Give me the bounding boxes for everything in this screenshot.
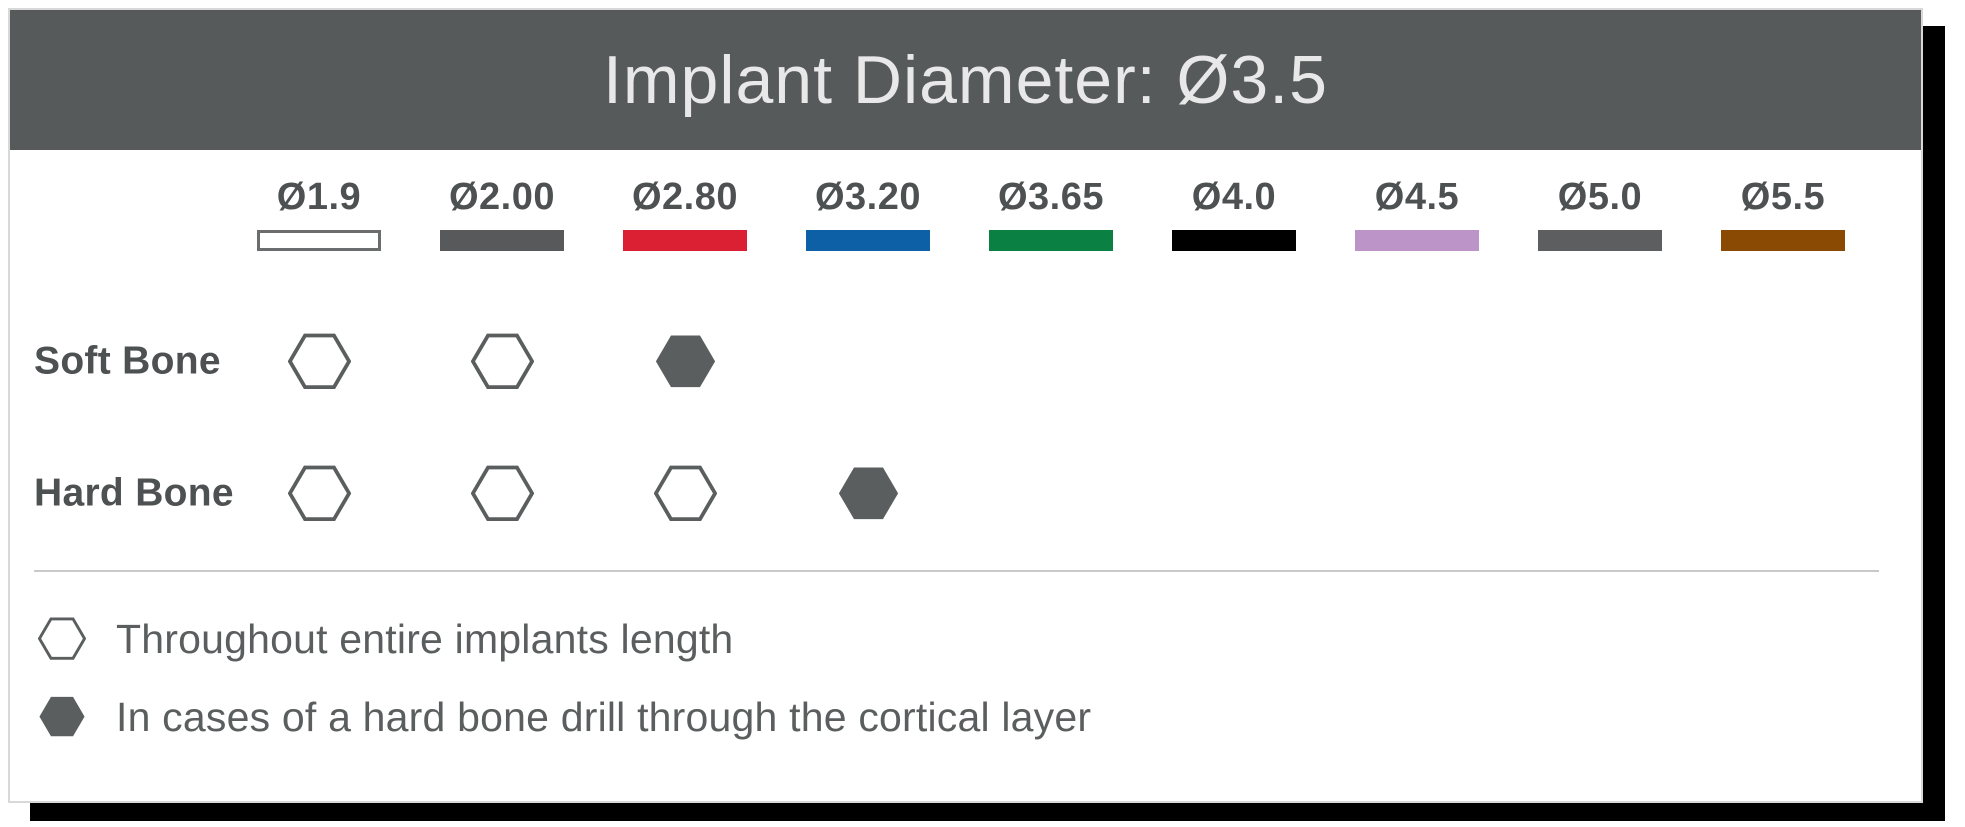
column-diameter-label: Ø2.00: [448, 176, 556, 218]
row-cells: [257, 295, 1845, 427]
hexagon-outline-icon: [623, 427, 747, 559]
card-body: Ø1.9 Ø2.00 Ø2.80 Ø3.20 Ø3.65 Ø4.0 Ø4.5 Ø5.0 Ø5.5…: [10, 150, 1921, 801]
column-header: Ø3.65: [989, 178, 1113, 251]
legend-item: Throughout entire implants length: [34, 600, 1834, 678]
column-header: Ø5.5: [1721, 178, 1845, 251]
column-diameter-label: Ø3.20: [814, 176, 922, 218]
empty-cell: [1538, 295, 1662, 427]
hexagon-outline-icon: [34, 617, 90, 661]
column-header-row: Ø1.9 Ø2.00 Ø2.80 Ø3.20 Ø3.65 Ø4.0 Ø4.5 Ø5.0 Ø5.5: [257, 178, 1897, 251]
column-header: Ø2.80: [623, 178, 747, 251]
column-header: Ø4.0: [1172, 178, 1296, 251]
drill-protocol-card-stage: Implant Diameter: Ø3.5 Ø1.9 Ø2.00 Ø2.80 Ø3.…: [0, 0, 1965, 827]
legend-label: Throughout entire implants length: [116, 615, 734, 662]
row-label: Hard Bone: [34, 471, 234, 515]
legend-label: In cases of a hard bone drill through th…: [116, 693, 1092, 740]
column-color-swatch: [1721, 230, 1845, 251]
hexagon-filled-icon: [806, 427, 930, 559]
empty-cell: [1538, 427, 1662, 559]
empty-cell: [989, 427, 1113, 559]
empty-cell: [1721, 295, 1845, 427]
hexagon-filled-icon: [34, 695, 90, 738]
table-row: Hard Bone: [10, 427, 1921, 559]
column-color-swatch: [989, 230, 1113, 251]
empty-cell: [1172, 427, 1296, 559]
column-color-swatch: [1172, 230, 1296, 251]
empty-cell: [1172, 295, 1296, 427]
hexagon-outline-icon: [440, 295, 564, 427]
column-color-swatch: [623, 230, 747, 251]
empty-cell: [1721, 427, 1845, 559]
empty-cell: [1355, 295, 1479, 427]
column-diameter-label: Ø3.65: [997, 176, 1105, 218]
column-header: Ø2.00: [440, 178, 564, 251]
column-diameter-label: Ø5.5: [1740, 176, 1826, 218]
column-header: Ø3.20: [806, 178, 930, 251]
column-color-swatch: [806, 230, 930, 251]
column-diameter-label: Ø2.80: [631, 176, 739, 218]
data-rows: Soft Bone Hard Bone: [10, 295, 1921, 559]
legend-item: In cases of a hard bone drill through th…: [34, 678, 1834, 756]
section-divider: [34, 570, 1879, 572]
row-label: Soft Bone: [34, 339, 221, 383]
row-cells: [257, 427, 1845, 559]
table-row: Soft Bone: [10, 295, 1921, 427]
hexagon-outline-icon: [257, 295, 381, 427]
column-color-swatch: [1538, 230, 1662, 251]
column-diameter-label: Ø4.5: [1374, 176, 1460, 218]
empty-cell: [989, 295, 1113, 427]
empty-cell: [1355, 427, 1479, 559]
card-header: Implant Diameter: Ø3.5: [10, 10, 1921, 150]
empty-cell: [806, 295, 930, 427]
column-header: Ø4.5: [1355, 178, 1479, 251]
column-color-swatch: [440, 230, 564, 251]
hexagon-outline-icon: [440, 427, 564, 559]
column-header: Ø1.9: [257, 178, 381, 251]
implant-drill-protocol-card: Implant Diameter: Ø3.5 Ø1.9 Ø2.00 Ø2.80 Ø3.…: [8, 8, 1923, 803]
hexagon-outline-icon: [257, 427, 381, 559]
column-diameter-label: Ø5.0: [1557, 176, 1643, 218]
column-color-swatch: [1355, 230, 1479, 251]
column-diameter-label: Ø4.0: [1191, 176, 1277, 218]
column-header: Ø5.0: [1538, 178, 1662, 251]
column-diameter-label: Ø1.9: [276, 176, 362, 218]
legend: Throughout entire implants length In case…: [34, 600, 1834, 756]
page-title: Implant Diameter: Ø3.5: [603, 42, 1328, 118]
column-color-swatch: [257, 230, 381, 251]
hexagon-filled-icon: [623, 295, 747, 427]
